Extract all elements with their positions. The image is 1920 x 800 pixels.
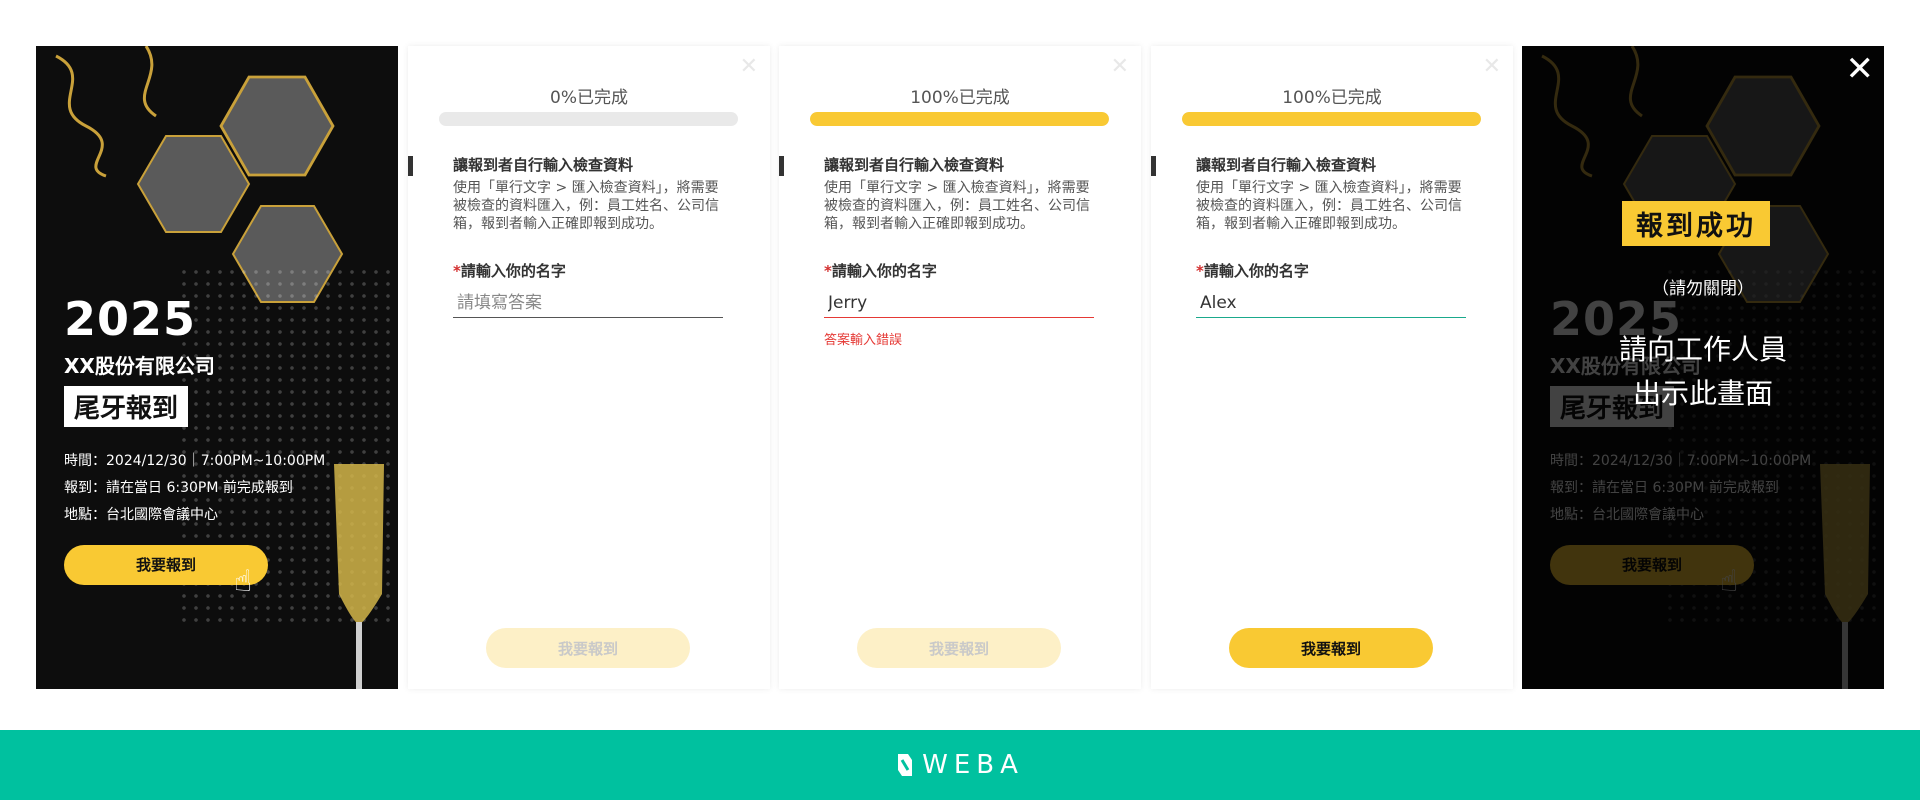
hand-pointer-icon: ☝ — [234, 564, 253, 599]
error-message: 答案輸入錯誤 — [824, 333, 903, 348]
field-label-text: 請輸入你的名字 — [831, 262, 937, 280]
poster-panel: 2025 XX股份有限公司 尾牙報到 時間：2024/12/30｜7:00PM~… — [36, 46, 398, 689]
show-staff-message: 請向工作人員 出示此畫面 — [1522, 328, 1884, 416]
section-accent — [408, 156, 413, 176]
submit-button[interactable]: 我要報到 — [1229, 628, 1433, 668]
progress-text: 0%已完成 — [550, 88, 628, 108]
close-icon[interactable]: ✕ — [740, 54, 758, 79]
form-panel-empty: ✕ 0%已完成 讓報到者自行輸入檢查資料 使用「單行文字 > 匯入檢查資料」，將… — [408, 46, 770, 689]
event-checkin-time: 報到：請在當日 6:30PM 前完成報到 — [64, 480, 293, 496]
close-icon[interactable]: ✕ — [1846, 52, 1875, 86]
field-label: *請輸入你的名字 — [824, 260, 937, 281]
field-label-text: 請輸入你的名字 — [460, 262, 566, 280]
question-title: 讓報到者自行輸入檢查資料 — [824, 156, 1005, 174]
name-input[interactable] — [824, 289, 1094, 318]
progress-bar — [439, 112, 738, 126]
success-panel: 2025 XX股份有限公司 尾牙報到 時間：2024/12/30｜7:00PM~… — [1522, 46, 1884, 689]
field-label: *請輸入你的名字 — [1196, 260, 1309, 281]
required-mark: * — [453, 262, 461, 280]
question-description: 使用「單行文字 > 匯入檢查資料」，將需要被檢查的資料匯入，例：員工姓名、公司信… — [824, 180, 1090, 232]
submit-button[interactable]: 我要報到 — [486, 628, 690, 668]
form-panel-error: ✕ 100%已完成 讓報到者自行輸入檢查資料 使用「單行文字 > 匯入檢查資料」… — [779, 46, 1141, 689]
event-time: 時間：2024/12/30｜7:00PM~10:00PM — [64, 453, 326, 469]
submit-button[interactable]: 我要報到 — [857, 628, 1061, 668]
message-line-2: 出示此畫面 — [1632, 377, 1773, 410]
close-icon[interactable]: ✕ — [1111, 54, 1129, 79]
event-tag: 尾牙報到 — [64, 386, 189, 427]
progress-fill — [810, 112, 1109, 126]
progress-fill — [1182, 112, 1481, 126]
section-accent — [1151, 156, 1156, 176]
event-location: 地點：台北國際會議中心 — [64, 507, 218, 523]
champagne-glass — [334, 464, 384, 689]
form-panel-valid: ✕ 100%已完成 讓報到者自行輸入檢查資料 使用「單行文字 > 匯入檢查資料」… — [1151, 46, 1513, 689]
question-description: 使用「單行文字 > 匯入檢查資料」，將需要被檢查的資料匯入，例：員工姓名、公司信… — [453, 180, 719, 232]
progress-bar — [810, 112, 1109, 126]
progress-text: 100%已完成 — [1282, 88, 1382, 108]
required-mark: * — [1196, 262, 1204, 280]
close-icon[interactable]: ✕ — [1483, 54, 1501, 79]
progress-bar — [1182, 112, 1481, 126]
field-label-text: 請輸入你的名字 — [1203, 262, 1309, 280]
question-title: 讓報到者自行輸入檢查資料 — [1196, 156, 1377, 174]
message-line-1: 請向工作人員 — [1618, 333, 1787, 366]
name-input[interactable] — [1196, 289, 1466, 318]
name-input[interactable] — [453, 289, 723, 318]
progress-text: 100%已完成 — [910, 88, 1010, 108]
success-badge: 報到成功 — [1622, 201, 1770, 246]
field-label: *請輸入你的名字 — [453, 260, 566, 281]
brand-name: WEBA — [922, 750, 1024, 780]
weba-logo-icon — [898, 754, 913, 776]
company-name: XX股份有限公司 — [64, 354, 215, 378]
question-title: 讓報到者自行輸入檢查資料 — [453, 156, 634, 174]
question-description: 使用「單行文字 > 匯入檢查資料」，將需要被檢查的資料匯入，例：員工姓名、公司信… — [1196, 180, 1462, 232]
brand-logo: WEBA — [896, 750, 1024, 780]
do-not-close-note: （請勿關閉） — [1652, 279, 1754, 299]
required-mark: * — [824, 262, 832, 280]
footer-bar: WEBA — [0, 730, 1920, 800]
section-accent — [779, 156, 784, 176]
event-year: 2025 — [64, 292, 197, 346]
